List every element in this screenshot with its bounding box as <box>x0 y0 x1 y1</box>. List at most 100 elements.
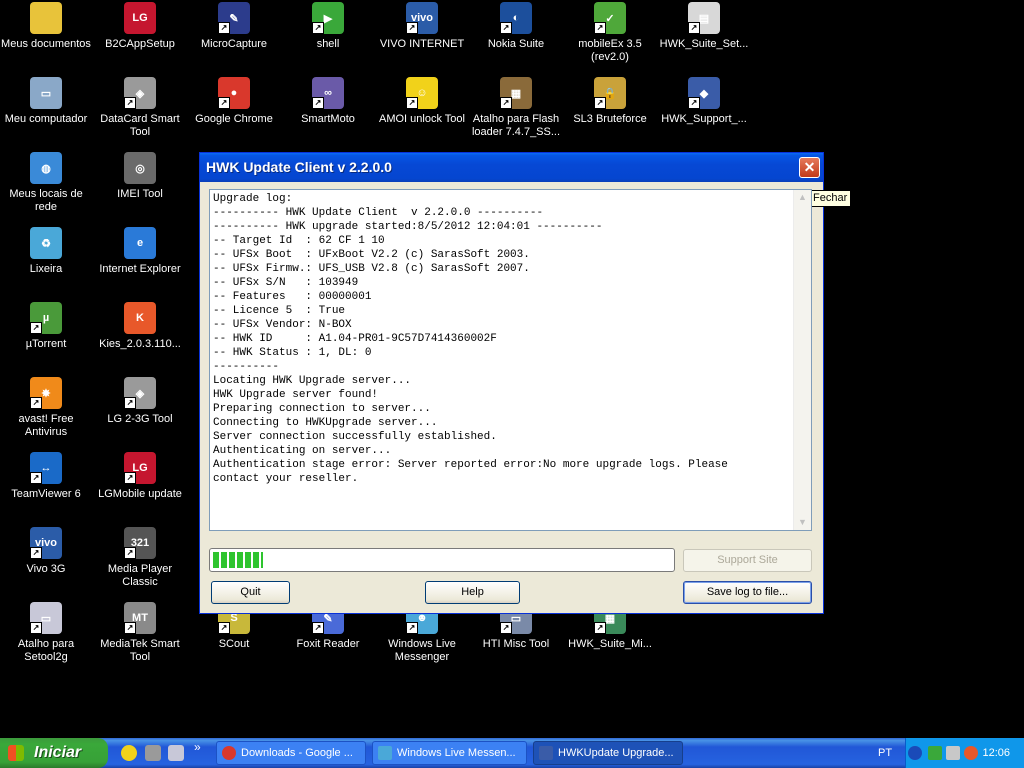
help-button[interactable]: Help <box>425 581 520 604</box>
icon-datacard-smart-tool[interactable]: ◈ ↗ DataCard Smart Tool <box>93 77 187 139</box>
desktop-icon-label: Meu computador <box>4 113 88 125</box>
icon-meus-documentos[interactable]: Meus documentos <box>0 2 93 51</box>
desktop-icon-label: B2CAppSetup <box>105 38 175 50</box>
lg-23g-tool-icon: ◈ ↗ <box>124 377 156 409</box>
scroll-up-arrow-icon[interactable]: ▲ <box>795 190 810 205</box>
icon-lg-23g-tool[interactable]: ◈ ↗ LG 2-3G Tool <box>93 377 187 426</box>
nokia-suite-icon: ◐ ↗ <box>500 2 532 34</box>
desktop-icon-label: Foxit Reader <box>296 638 360 650</box>
desktop-icon-label: Meus locais de rede <box>9 188 83 213</box>
icon-flash-loader[interactable]: ▦ ↗ Atalho para Flash loader 7.4.7_SS... <box>469 77 563 139</box>
desktop-icon-label: Atalho para Setool2g <box>17 638 75 663</box>
internet-explorer-icon: e <box>124 227 156 259</box>
desktop-icon-label: µTorrent <box>25 338 67 350</box>
desktop-icon-label: AMOI unlock Tool <box>378 113 465 125</box>
network-icon[interactable] <box>928 746 942 760</box>
shortcut-arrow-icon: ↗ <box>30 322 42 334</box>
quicklaunch-tool-icon[interactable] <box>168 745 184 761</box>
icon-shell[interactable]: ▶ ↗ shell <box>281 2 375 51</box>
icon-mediatek-smart-tool[interactable]: MT ↗ MediaTek Smart Tool <box>93 602 187 664</box>
icon-lgmobile-update[interactable]: LG ↗ LGMobile update <box>93 452 187 501</box>
task-windows-live-messenger[interactable]: Windows Live Messen... <box>372 741 527 765</box>
shortcut-arrow-icon: ↗ <box>500 622 512 634</box>
setool2g-icon: ▭ ↗ <box>30 602 62 634</box>
teamviewer-icon: ↔ ↗ <box>30 452 62 484</box>
kies-icon: K <box>124 302 156 334</box>
google-chrome-icon: ● ↗ <box>218 77 250 109</box>
desktop-icon-label: HWK_Suite_Mi... <box>568 638 652 650</box>
shortcut-arrow-icon: ↗ <box>124 97 136 109</box>
shortcut-arrow-icon: ↗ <box>124 547 136 559</box>
icon-setool2g[interactable]: ▭ ↗ Atalho para Setool2g <box>0 602 93 664</box>
task-chrome-downloads[interactable]: Downloads - Google ... <box>216 741 366 765</box>
icon-smartmoto[interactable]: ∞ ↗ SmartMoto <box>281 77 375 126</box>
clock[interactable]: 12:06 <box>982 738 1010 768</box>
shortcut-arrow-icon: ↗ <box>594 22 606 34</box>
icon-utorrent[interactable]: µ ↗ µTorrent <box>0 302 93 351</box>
shortcut-arrow-icon: ↗ <box>30 472 42 484</box>
shortcut-arrow-icon: ↗ <box>594 97 606 109</box>
start-button[interactable]: Iniciar <box>0 738 108 768</box>
icon-teamviewer[interactable]: ↔ ↗ TeamViewer 6 <box>0 452 93 501</box>
task-hwkupdate[interactable]: HWKUpdate Upgrade... <box>533 741 683 765</box>
taskbar: Iniciar » Downloads - Google ... Windows… <box>0 738 1024 768</box>
shortcut-arrow-icon: ↗ <box>124 472 136 484</box>
quicklaunch-amoi-icon[interactable] <box>121 745 137 761</box>
vivo-3g-icon: vivo ↗ <box>30 527 62 559</box>
upgrade-log-textarea[interactable]: Upgrade log: ---------- HWK Update Clien… <box>209 189 812 531</box>
icon-internet-explorer[interactable]: e Internet Explorer <box>93 227 187 276</box>
avast-icon: ✸ ↗ <box>30 377 62 409</box>
smartmoto-icon: ∞ ↗ <box>312 77 344 109</box>
icon-imei-tool[interactable]: ◎ IMEI Tool <box>93 152 187 201</box>
log-scrollbar[interactable]: ▲ ▼ <box>793 190 811 530</box>
icon-meu-computador[interactable]: ▭ Meu computador <box>0 77 93 126</box>
desktop-icon-label: HWK_Support_... <box>661 113 747 125</box>
icon-meus-locais-de-rede[interactable]: ◍ Meus locais de rede <box>0 152 93 214</box>
save-log-button[interactable]: Save log to file... <box>683 581 812 604</box>
quit-button[interactable]: Quit <box>211 581 290 604</box>
icon-vivo-3g[interactable]: vivo ↗ Vivo 3G <box>0 527 93 576</box>
title-bar[interactable]: HWK Update Client v 2.2.0.0 ✕ <box>200 153 823 182</box>
shortcut-arrow-icon: ↗ <box>30 622 42 634</box>
tray-expand-icon[interactable] <box>908 746 922 760</box>
close-button[interactable]: ✕ <box>799 157 820 178</box>
quicklaunch-datacard-icon[interactable] <box>145 745 161 761</box>
quicklaunch-more-icon[interactable]: » <box>194 740 201 754</box>
shortcut-arrow-icon: ↗ <box>688 97 700 109</box>
icon-microcapture[interactable]: ✎ ↗ MicroCapture <box>187 2 281 51</box>
icon-lixeira[interactable]: ♻ Lixeira <box>0 227 93 276</box>
desktop-icon-label: LG 2-3G Tool <box>107 413 173 425</box>
desktop-icon-label: MediaTek Smart Tool <box>100 638 180 663</box>
icon-mobileex[interactable]: ✓ ↗ mobileEx 3.5 (rev2.0) <box>563 2 657 64</box>
desktop-icon-label: DataCard Smart Tool <box>100 113 180 138</box>
meus-documentos-icon <box>30 2 62 34</box>
icon-nokia-suite[interactable]: ◐ ↗ Nokia Suite <box>469 2 563 51</box>
icon-sl3-bruteforce[interactable]: 🔒 ↗ SL3 Bruteforce <box>563 77 657 126</box>
icon-hwk-support[interactable]: ◆ ↗ HWK_Support_... <box>657 77 751 126</box>
desktop-icon-label: MicroCapture <box>200 38 268 50</box>
progress-fill <box>213 552 263 568</box>
icon-kies[interactable]: K Kies_2.0.3.110... <box>93 302 187 351</box>
scroll-down-arrow-icon[interactable]: ▼ <box>795 515 810 530</box>
lgmobile-update-icon: LG ↗ <box>124 452 156 484</box>
icon-vivo-internet[interactable]: vivo ↗ VIVO INTERNET <box>375 2 469 51</box>
lixeira-icon: ♻ <box>30 227 62 259</box>
icon-media-player-classic[interactable]: 321 ↗ Media Player Classic <box>93 527 187 589</box>
device-icon[interactable] <box>946 746 960 760</box>
desktop-icon-label: IMEI Tool <box>117 188 163 200</box>
shortcut-arrow-icon: ↗ <box>124 622 136 634</box>
shortcut-arrow-icon: ↗ <box>218 622 230 634</box>
shortcut-arrow-icon: ↗ <box>30 547 42 559</box>
icon-b2cappsetup[interactable]: LG B2CAppSetup <box>93 2 187 51</box>
support-site-button[interactable]: Support Site <box>683 549 812 572</box>
flash-loader-icon: ▦ ↗ <box>500 77 532 109</box>
icon-avast[interactable]: ✸ ↗ avast! Free Antivirus <box>0 377 93 439</box>
icon-hwk-suite-setup[interactable]: ▤ ↗ HWK_Suite_Set... <box>657 2 751 51</box>
chrome-icon <box>222 746 236 760</box>
desktop-icon-label: Media Player Classic <box>107 563 173 588</box>
language-indicator[interactable]: PT <box>878 738 892 768</box>
icon-google-chrome[interactable]: ● ↗ Google Chrome <box>187 77 281 126</box>
avast-tray-icon[interactable] <box>964 746 978 760</box>
upgrade-progress-bar <box>209 548 675 572</box>
icon-amoi-unlock-tool[interactable]: ☺ ↗ AMOI unlock Tool <box>375 77 469 126</box>
